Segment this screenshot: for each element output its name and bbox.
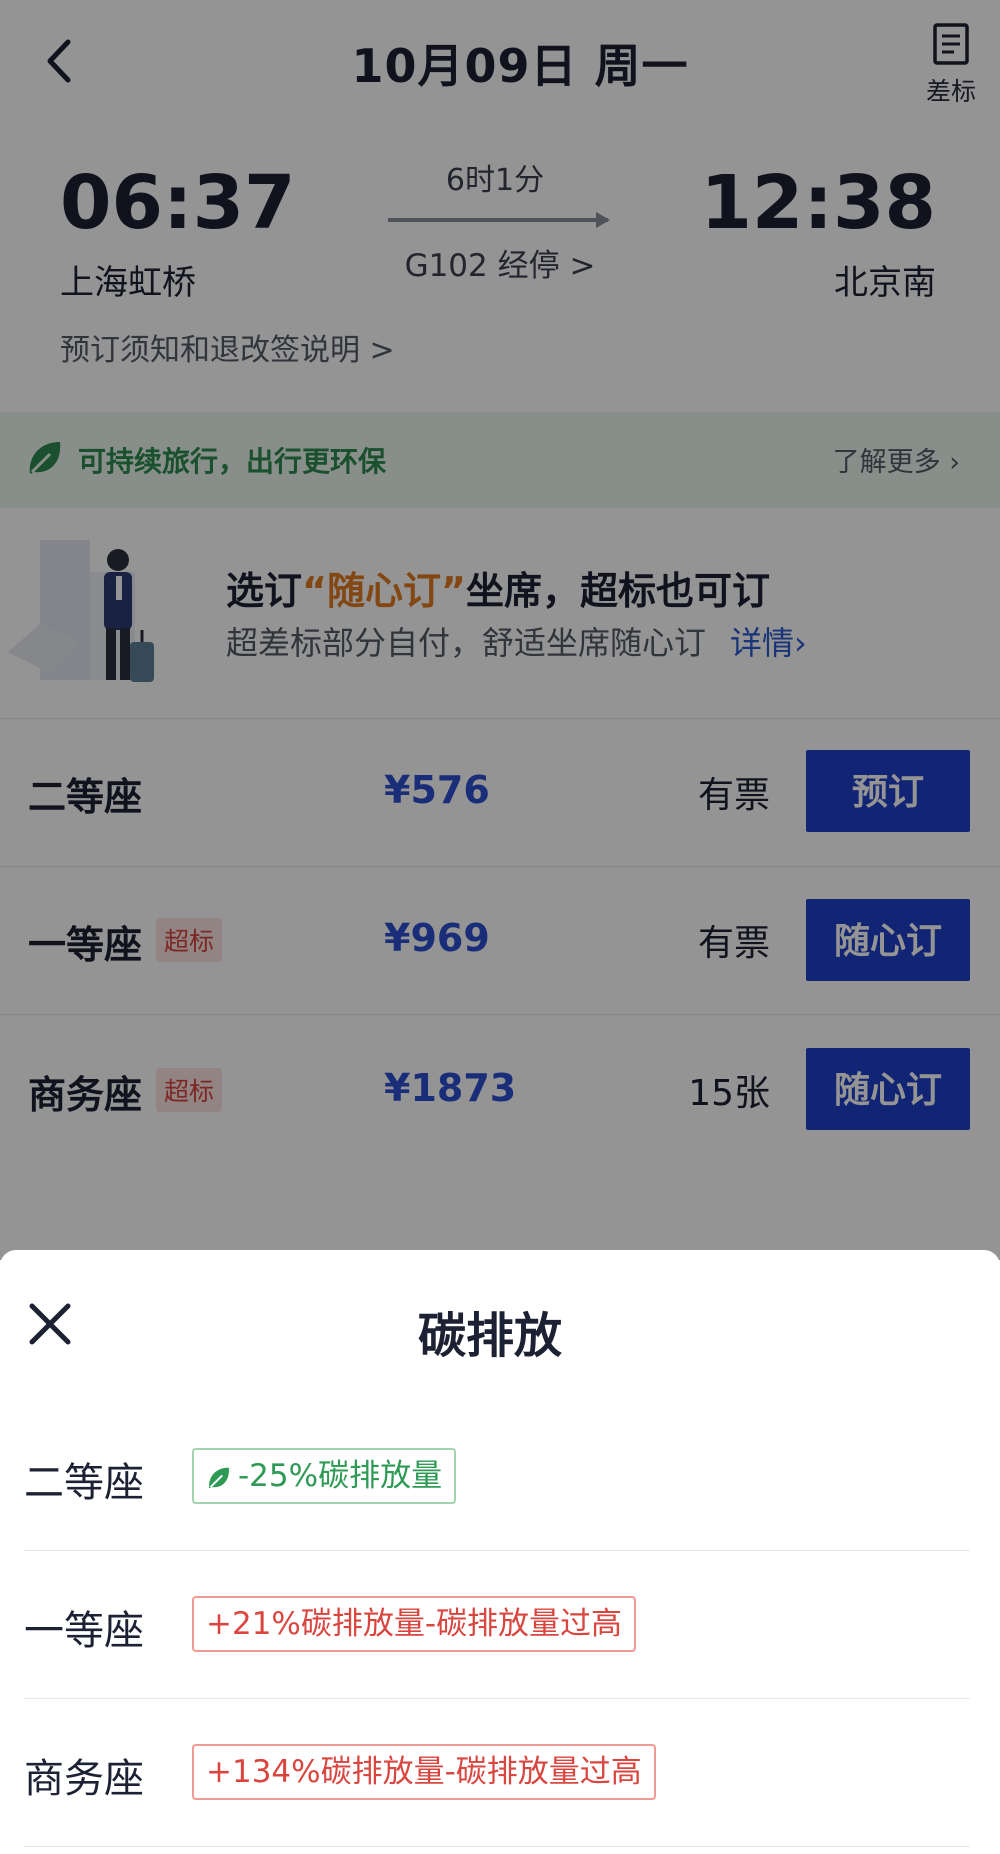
emission-seat-name: 商务座 [24, 1756, 144, 1802]
emission-tag: +21%碳排放量-碳排放量过高 [192, 1596, 637, 1652]
emission-tag: +134%碳排放量-碳排放量过高 [192, 1744, 656, 1800]
emission-tag: -25%碳排放量 [192, 1448, 457, 1504]
leaf-icon [209, 1467, 229, 1488]
emission-seat-name: 二等座 [24, 1460, 144, 1506]
emission-row [24, 1402, 970, 1551]
modal-overlay[interactable] [0, 0, 1000, 1260]
emission-tag-text: -25%碳排放量 [238, 1458, 443, 1494]
sheet-title: 碳排放 [417, 1308, 562, 1364]
emission-seat-name: 一等座 [24, 1608, 144, 1654]
